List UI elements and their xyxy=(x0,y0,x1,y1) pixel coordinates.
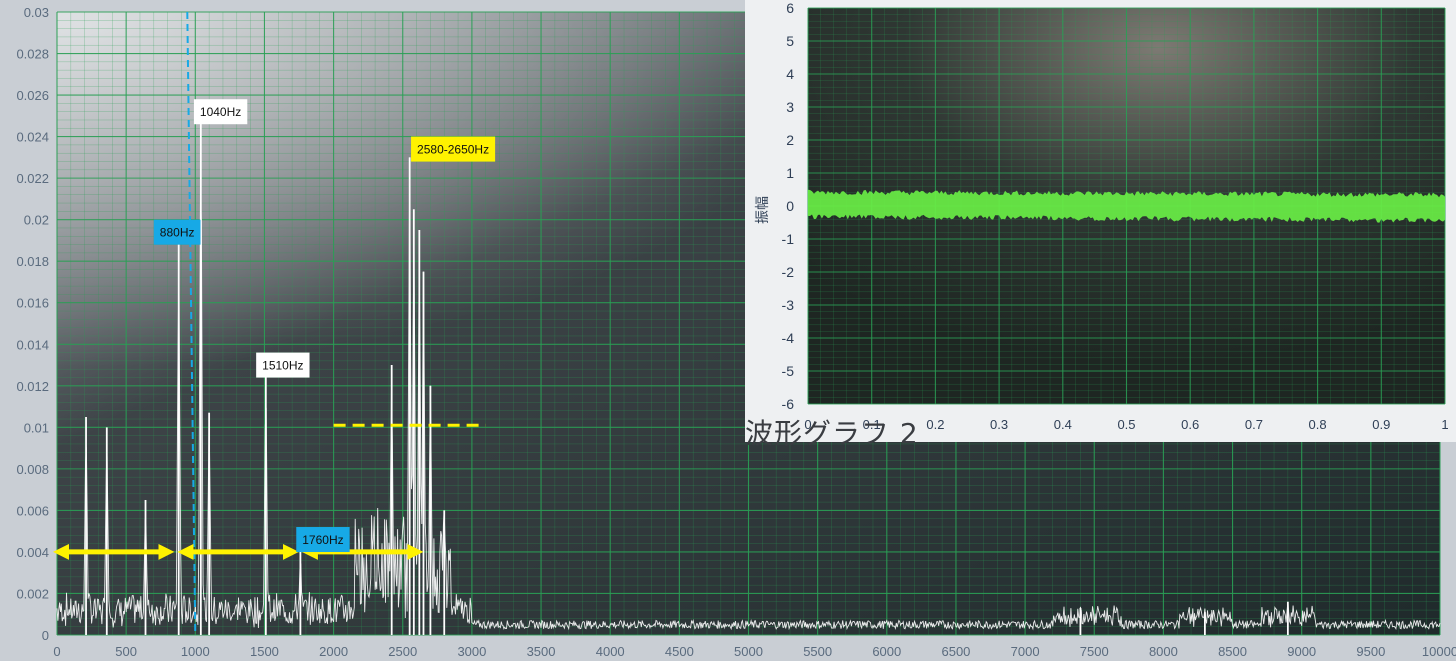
wave-x-tick-label: 0.8 xyxy=(1309,417,1327,432)
wave-x-tick-label: 0.9 xyxy=(1372,417,1390,432)
x-tick-label: 5000 xyxy=(734,644,763,659)
wave-x-tick-label: 0.7 xyxy=(1245,417,1263,432)
y-tick-label: 0 xyxy=(42,628,49,643)
wave-x-tick-label: 0.5 xyxy=(1117,417,1135,432)
waveform-trace xyxy=(808,189,1445,223)
y-tick-label: 0.03 xyxy=(24,5,49,20)
wave-y-tick-label: -1 xyxy=(782,231,795,247)
y-tick-label: 0.006 xyxy=(16,503,49,518)
annotation-label: 2580-2650Hz xyxy=(411,136,496,162)
wave-y-tick-label: -5 xyxy=(782,363,795,379)
waveform-graph-panel: 6 5 4 3 2 1 0 -1 -2 -3 -4 -5 -6 0 0.1 0.2 0.3 0.4 0.5 0.6 0.… xyxy=(745,0,1456,450)
x-tick-label: 9500 xyxy=(1356,644,1385,659)
x-tick-label: 2000 xyxy=(319,644,348,659)
y-tick-label: 0.028 xyxy=(16,47,49,62)
annotation-text: 1760Hz xyxy=(302,533,343,547)
y-tick-label: 0.026 xyxy=(16,88,49,103)
annotation-text: 1510Hz xyxy=(262,359,303,373)
wave-y-tick-label: -4 xyxy=(782,330,795,346)
wave-y-tick-label: 6 xyxy=(786,0,794,16)
annotation-label: 880Hz xyxy=(153,219,201,245)
wave-x-tick-label: 1 xyxy=(1441,417,1448,432)
x-tick-label: 4500 xyxy=(665,644,694,659)
wave-y-tick-label: -6 xyxy=(782,396,795,412)
wave-y-tick-label: 5 xyxy=(786,33,794,49)
y-tick-label: 0.014 xyxy=(16,337,49,352)
x-tick-label: 8000 xyxy=(1149,644,1178,659)
waveform-title: 波形グラフ 2 xyxy=(745,417,919,450)
wave-y-tick-label: -2 xyxy=(782,264,795,280)
x-tick-label: 7500 xyxy=(1080,644,1109,659)
wave-y-axis-label: 振幅 xyxy=(755,196,771,224)
x-tick-label: 8500 xyxy=(1218,644,1247,659)
y-tick-label: 0.024 xyxy=(16,130,49,145)
x-tick-label: 3500 xyxy=(527,644,556,659)
y-tick-label: 0.022 xyxy=(16,171,49,186)
wave-y-tick-label: 3 xyxy=(786,99,794,115)
y-tick-label: 0.016 xyxy=(16,296,49,311)
x-tick-label: 500 xyxy=(115,644,137,659)
y-tick-label: 0.01 xyxy=(24,420,49,435)
wave-x-tick-label: 0.2 xyxy=(926,417,944,432)
x-tick-label: 2500 xyxy=(388,644,417,659)
annotation-text: 2580-2650Hz xyxy=(417,143,489,157)
annotation-label: 1040Hz xyxy=(193,99,248,125)
x-tick-label: 9000 xyxy=(1287,644,1316,659)
y-tick-label: 0.008 xyxy=(16,462,49,477)
y-tick-label: 0.02 xyxy=(24,213,49,228)
y-tick-label: 0.018 xyxy=(16,254,49,269)
y-tick-label: 0.004 xyxy=(16,545,49,560)
x-tick-label: 5500 xyxy=(803,644,832,659)
annotation-label: 1510Hz xyxy=(256,352,310,378)
wave-y-tick-label: -3 xyxy=(782,297,795,313)
annotation-text: 1040Hz xyxy=(200,105,241,119)
wave-y-tick-label: 1 xyxy=(786,165,794,181)
annotation-text: 880Hz xyxy=(160,226,195,240)
wave-y-tick-label: 0 xyxy=(786,198,794,214)
annotation-label: 1760Hz xyxy=(296,527,350,553)
wave-x-tick-label: 0.6 xyxy=(1181,417,1199,432)
x-tick-label: 6500 xyxy=(941,644,970,659)
x-tick-label: 3000 xyxy=(457,644,486,659)
x-tick-label: 0 xyxy=(53,644,60,659)
x-tick-label: 6000 xyxy=(872,644,901,659)
wave-y-tick-label: 4 xyxy=(786,66,794,82)
y-tick-label: 0.012 xyxy=(16,379,49,394)
x-tick-label: 1000 xyxy=(181,644,210,659)
x-tick-label: 4000 xyxy=(596,644,625,659)
wave-x-tick-label: 0.3 xyxy=(990,417,1008,432)
wave-y-tick-label: 2 xyxy=(786,132,794,148)
y-tick-label: 0.002 xyxy=(16,586,49,601)
wave-x-tick-label: 0.4 xyxy=(1054,417,1072,432)
x-tick-label: 7000 xyxy=(1011,644,1040,659)
x-tick-label: 10000 xyxy=(1422,644,1456,659)
waveform-chart: 6543210-1-2-3-4-5-60 0.1 0.2 0.3 0.4 0.5 0.6 0.… xyxy=(755,0,1449,432)
x-tick-label: 1500 xyxy=(250,644,279,659)
